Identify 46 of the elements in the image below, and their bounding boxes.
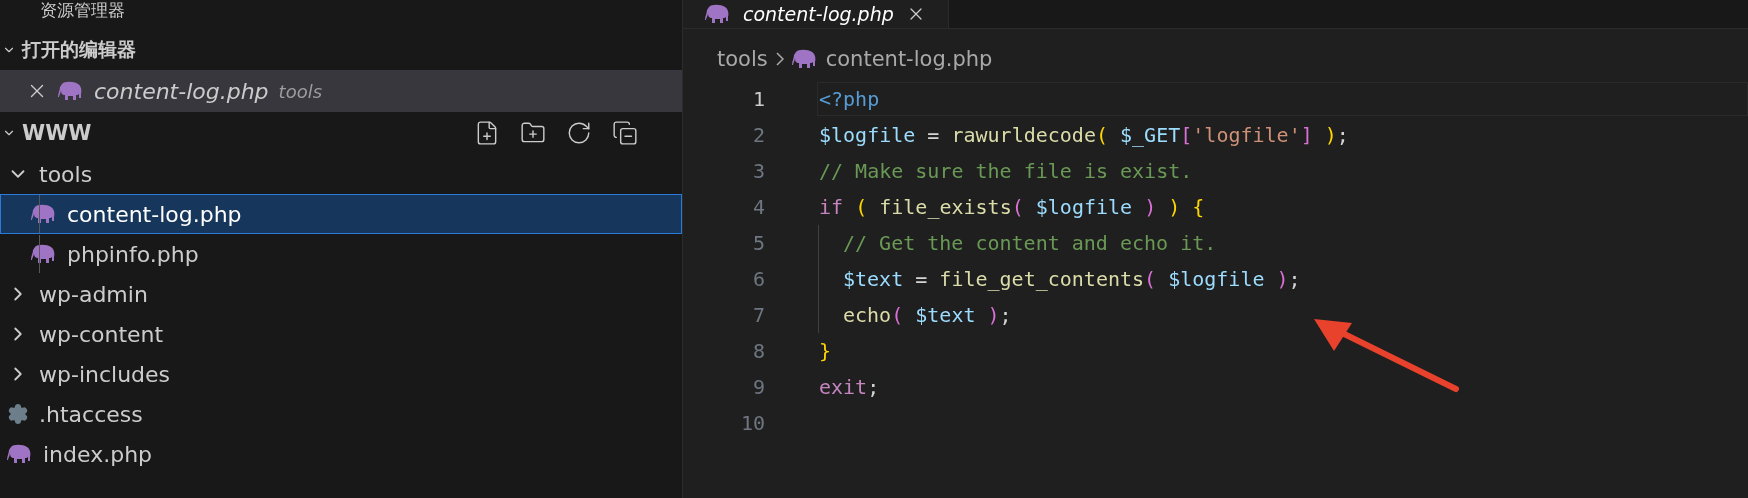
elephant-icon xyxy=(705,4,731,24)
editor-tab[interactable]: content-log.php xyxy=(683,0,949,28)
file-item[interactable]: .htaccess xyxy=(0,394,682,434)
line-number: 2 xyxy=(751,123,765,147)
code-line: // Get the content and echo it. xyxy=(843,231,1217,255)
file-item[interactable]: phpinfo.php xyxy=(0,234,682,274)
code-line: exit; xyxy=(819,375,880,399)
folder-item[interactable]: wp-content xyxy=(0,314,682,354)
breadcrumb-item[interactable]: content-log.php xyxy=(825,47,993,71)
section-title[interactable]: 打开的编辑器 xyxy=(22,37,136,63)
code-line: // Make sure the file is exist. xyxy=(819,159,1193,183)
gear-icon xyxy=(7,403,29,425)
elephant-icon xyxy=(7,444,33,464)
code-line: echo( $text ); xyxy=(843,303,1012,327)
elephant-icon xyxy=(58,81,84,101)
line-number: 5 xyxy=(751,231,765,255)
section-title[interactable]: WWW xyxy=(22,121,92,145)
line-number: 7 xyxy=(751,303,765,327)
line-number: 8 xyxy=(751,339,765,363)
file-name: content-log.php xyxy=(94,78,269,104)
code-line: } xyxy=(819,339,832,363)
refresh-icon[interactable] xyxy=(566,120,592,146)
line-number: 3 xyxy=(751,159,765,183)
elephant-icon xyxy=(31,204,57,224)
folder-item[interactable]: wp-admin xyxy=(0,274,682,314)
code-line: $text = file_get_contents( $logfile ); xyxy=(843,267,1301,291)
folder-hint: tools xyxy=(278,80,323,102)
code-line: $logfile = rawurldecode( $_GET['logfile'] ); xyxy=(819,123,1349,147)
line-number: 4 xyxy=(751,195,765,219)
line-number: 1 xyxy=(751,87,765,111)
file-item[interactable]: content-log.php xyxy=(0,194,682,234)
code-line: if ( file_exists( $logfile ) ) { xyxy=(819,195,1205,219)
breadcrumb-item[interactable]: tools xyxy=(717,47,768,71)
line-number: 10 xyxy=(739,411,765,435)
elephant-icon xyxy=(791,49,818,69)
folder-item[interactable]: wp-includes xyxy=(0,354,682,394)
line-number: 9 xyxy=(751,375,765,399)
chevron-right-icon xyxy=(775,52,784,66)
open-editor-item[interactable]: content-log.php tools xyxy=(0,70,682,112)
elephant-icon xyxy=(31,244,57,264)
line-number: 6 xyxy=(751,267,765,291)
code-line: <?php xyxy=(819,87,880,111)
explorer-title: 资源管理器 xyxy=(39,0,126,22)
folder-item[interactable]: tools xyxy=(0,154,682,194)
collapse-icon[interactable] xyxy=(612,120,638,146)
file-item[interactable]: index.php xyxy=(0,434,682,474)
